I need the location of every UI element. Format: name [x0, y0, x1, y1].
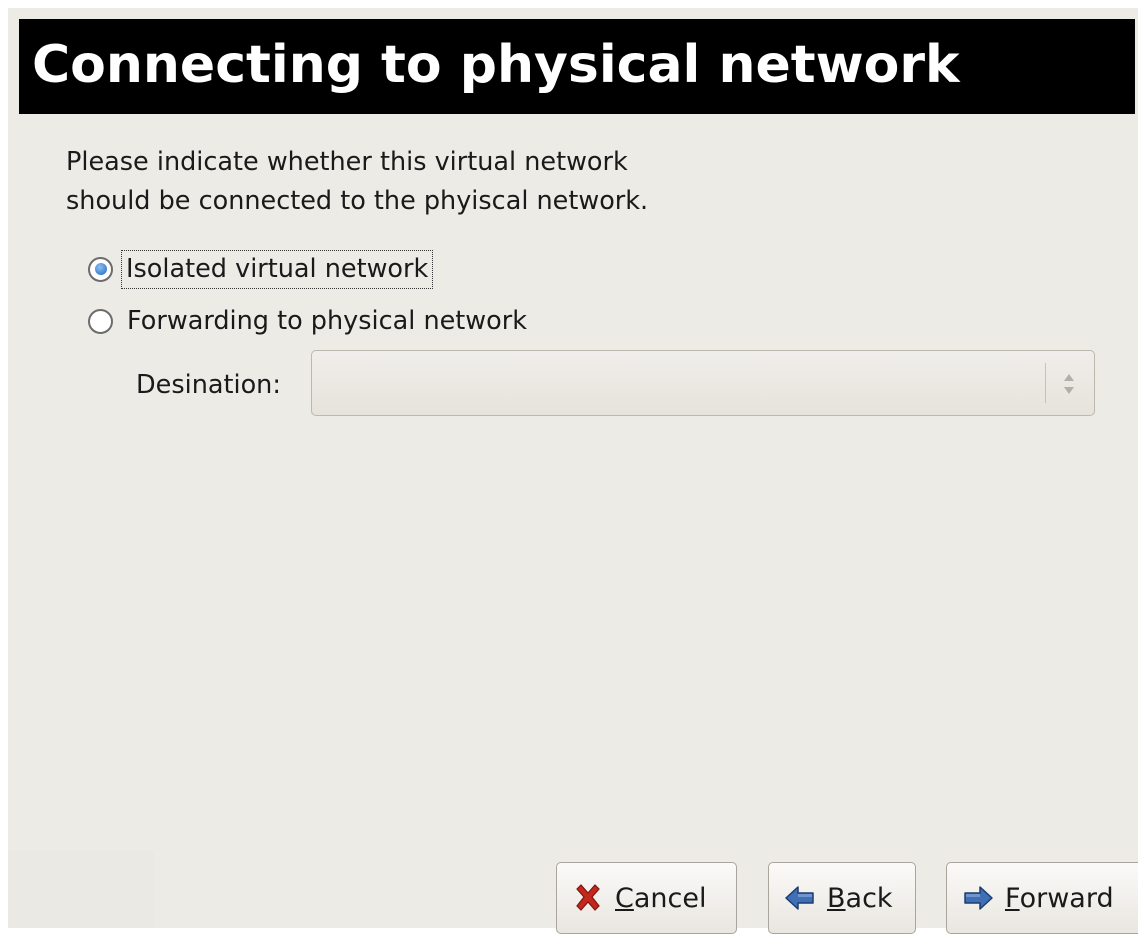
footer-strip	[8, 851, 154, 928]
page-title-bar: Connecting to physical network	[19, 19, 1135, 114]
cancel-label-rest: ancel	[633, 882, 707, 914]
radio-forwarding-label[interactable]: Forwarding to physical network	[127, 306, 527, 336]
back-arrow-icon	[783, 881, 817, 915]
cancel-mnemonic: C	[615, 882, 634, 914]
radio-forwarding[interactable]	[88, 308, 113, 334]
forward-mnemonic: F	[1005, 882, 1020, 914]
cancel-button[interactable]: Cancel	[556, 862, 737, 934]
cancel-label: Cancel	[615, 883, 706, 914]
forward-button[interactable]: Forward	[946, 862, 1138, 934]
back-label-rest: ack	[845, 882, 893, 914]
up-down-arrows-icon[interactable]	[1062, 369, 1076, 399]
back-mnemonic: B	[827, 882, 846, 914]
forward-label-rest: orward	[1019, 882, 1114, 914]
dialog-window: Connecting to physical network Please in…	[8, 8, 1138, 934]
intro-line-2: should be connected to the phyiscal netw…	[66, 186, 649, 216]
radio-isolated-row[interactable]: Isolated virtual network	[88, 249, 434, 289]
cancel-x-icon	[571, 881, 605, 915]
intro-line-1: Please indicate whether this virtual net…	[66, 147, 628, 177]
destination-label: Desination:	[136, 370, 281, 400]
forward-arrow-icon	[961, 881, 995, 915]
radio-isolated-label[interactable]: Isolated virtual network	[121, 249, 434, 289]
radio-forwarding-row[interactable]: Forwarding to physical network	[88, 301, 527, 341]
back-label: Back	[827, 883, 893, 914]
destination-combobox[interactable]	[311, 350, 1095, 416]
radio-isolated[interactable]	[88, 256, 113, 282]
back-button[interactable]: Back	[768, 862, 916, 934]
forward-label: Forward	[1005, 883, 1114, 914]
intro-text: Please indicate whether this virtual net…	[66, 143, 648, 221]
radio-selected-dot	[94, 263, 107, 275]
combo-separator	[1045, 363, 1046, 403]
page-title: Connecting to physical network	[32, 35, 960, 95]
